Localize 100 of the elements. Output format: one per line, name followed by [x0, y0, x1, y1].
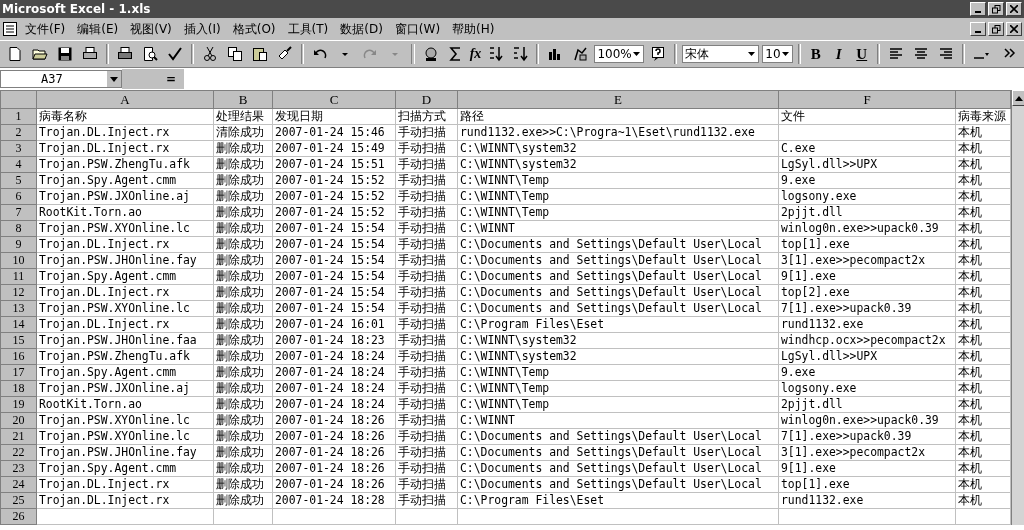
table-cell: 删除成功	[216, 317, 264, 332]
table-cell: 2007-01-24 15:54	[275, 269, 385, 284]
table-cell: 删除成功	[216, 365, 264, 380]
table-cell: rund1132.exe>>C:\Progra~1\Eset\rund1132.exe	[460, 125, 755, 140]
table-cell: Trojan.PSW.XYOnline.lc	[39, 429, 190, 444]
table-cell: 2007-01-24 15:52	[275, 173, 385, 188]
table-cell: C:\WINNT\Temp	[460, 365, 550, 380]
table-cell: 9[1].exe	[781, 461, 836, 476]
italic-button[interactable]: I	[828, 45, 849, 63]
table-cell: Trojan.DL.Inject.rx	[39, 141, 170, 156]
menu-item[interactable]: 文件(F)	[20, 19, 71, 39]
table-cell: 本机	[958, 221, 982, 236]
table-cell: C:\Documents and Settings\Default User\Local	[460, 445, 762, 460]
restore-button[interactable]	[988, 2, 1004, 16]
name-box[interactable]: A37	[0, 70, 122, 88]
table-cell: Trojan.Spy.Agent.cmm	[39, 269, 177, 284]
table-cell: 本机	[958, 429, 982, 444]
minimize-button[interactable]	[970, 2, 986, 16]
restore-icon	[991, 4, 1001, 14]
column-header[interactable]: E	[457, 90, 779, 109]
table-cell: 9[1].exe	[781, 269, 836, 284]
table-cell: C:\WINNT\system32	[460, 141, 577, 156]
table-cell: C:\WINNT\Temp	[460, 205, 550, 220]
column-header[interactable]: A	[36, 90, 214, 109]
table-cell: Trojan.PSW.XYOnline.lc	[39, 413, 190, 428]
table-cell: 7[1].exe>>upack0.39	[781, 301, 912, 316]
menu-item[interactable]: 窗口(W)	[389, 19, 446, 39]
table-cell: 本机	[958, 253, 982, 268]
table-cell: 病毒来源	[958, 109, 1006, 124]
table-cell: Trojan.PSW.JXOnline.aj	[39, 381, 190, 396]
menu-item[interactable]: 格式(O)	[227, 19, 281, 39]
underline-button[interactable]: U	[851, 45, 872, 63]
menu-item[interactable]: 帮助(H)	[447, 19, 500, 39]
vertical-scrollbar[interactable]	[1011, 90, 1024, 525]
table-cell: C:\Documents and Settings\Default User\Local	[460, 477, 762, 492]
restore-button[interactable]	[988, 22, 1004, 36]
table-cell: 3[1].exe>>pecompact2x	[781, 253, 925, 268]
function-button[interactable]: fx	[469, 46, 482, 62]
menu-item[interactable]: 视图(V)	[125, 19, 177, 39]
font-size-dropdown[interactable]: 10	[762, 45, 793, 63]
column-header[interactable]: B	[213, 90, 273, 109]
table-cell: winlog0n.exe>>upack0.39	[781, 413, 939, 428]
table-cell: Trojan.PSW.ZhengTu.afk	[39, 349, 190, 364]
column-header[interactable]: C	[272, 90, 396, 109]
table-cell: 删除成功	[216, 493, 264, 508]
close-button[interactable]	[1006, 22, 1022, 36]
table-cell: 发现日期	[275, 109, 323, 124]
column-header[interactable]: D	[395, 90, 458, 109]
table-cell: 手动扫描	[398, 349, 446, 364]
table-cell: 手动扫描	[398, 317, 446, 332]
close-button[interactable]	[1006, 2, 1022, 16]
table-cell: 清除成功	[216, 125, 264, 140]
table-cell: 手动扫描	[398, 365, 446, 380]
sheet-icon[interactable]	[2, 21, 18, 37]
zoom-dropdown[interactable]: 100%	[594, 45, 644, 63]
table-cell: rund1132.exe	[781, 317, 864, 332]
menu-item[interactable]: 编辑(E)	[72, 19, 124, 39]
table-cell: 删除成功	[216, 429, 264, 444]
table-cell: 9.exe	[781, 173, 816, 188]
scroll-up-button[interactable]	[1012, 90, 1024, 106]
table-cell: 2007-01-24 16:01	[275, 317, 385, 332]
table-cell: RootKit.Torn.ao	[39, 397, 142, 412]
table-cell: 7[1].exe>>upack0.39	[781, 429, 912, 444]
menu-item[interactable]: 插入(I)	[178, 19, 226, 39]
table-cell: 手动扫描	[398, 477, 446, 492]
table-cell: 删除成功	[216, 477, 264, 492]
table-cell: 手动扫描	[398, 189, 446, 204]
table-cell: C:\Program Files\Eset	[460, 493, 604, 508]
minimize-button[interactable]	[970, 22, 986, 36]
table-cell: 手动扫描	[398, 429, 446, 444]
table-cell: 删除成功	[216, 461, 264, 476]
table-cell: Trojan.Spy.Agent.cmm	[39, 461, 177, 476]
table-cell: 本机	[958, 333, 982, 348]
table-cell: 2007-01-24 15:54	[275, 237, 385, 252]
table-cell: 本机	[958, 285, 982, 300]
table-cell: 删除成功	[216, 221, 264, 236]
table-cell: C:\WINNT\Temp	[460, 397, 550, 412]
table-cell: 手动扫描	[398, 269, 446, 284]
table-cell: 删除成功	[216, 301, 264, 316]
table-cell: 手动扫描	[398, 381, 446, 396]
font-dropdown[interactable]: 宋体	[681, 45, 760, 63]
table-cell: Trojan.PSW.JHOnline.fay	[39, 445, 197, 460]
table-cell: top[1].exe	[781, 237, 850, 252]
table-cell: C:\WINNT\Temp	[460, 173, 550, 188]
table-cell: 手动扫描	[398, 253, 446, 268]
column-header[interactable]: F	[778, 90, 956, 109]
table-cell: Trojan.DL.Inject.rx	[39, 317, 170, 332]
bold-button[interactable]: B	[805, 45, 826, 63]
table-cell: 删除成功	[216, 285, 264, 300]
close-icon	[1010, 5, 1018, 13]
table-cell: 本机	[958, 477, 982, 492]
table-cell: 删除成功	[216, 413, 264, 428]
table-cell: 删除成功	[216, 141, 264, 156]
menu-item[interactable]: 数据(D)	[335, 19, 388, 39]
caret-icon	[631, 51, 641, 57]
table-cell: 本机	[958, 157, 982, 172]
table-cell: rund1132.exe	[781, 493, 864, 508]
menu-item[interactable]: 工具(T)	[282, 19, 334, 39]
table-cell: 删除成功	[216, 205, 264, 220]
table-cell: C:\Documents and Settings\Default User\Local	[460, 429, 762, 444]
